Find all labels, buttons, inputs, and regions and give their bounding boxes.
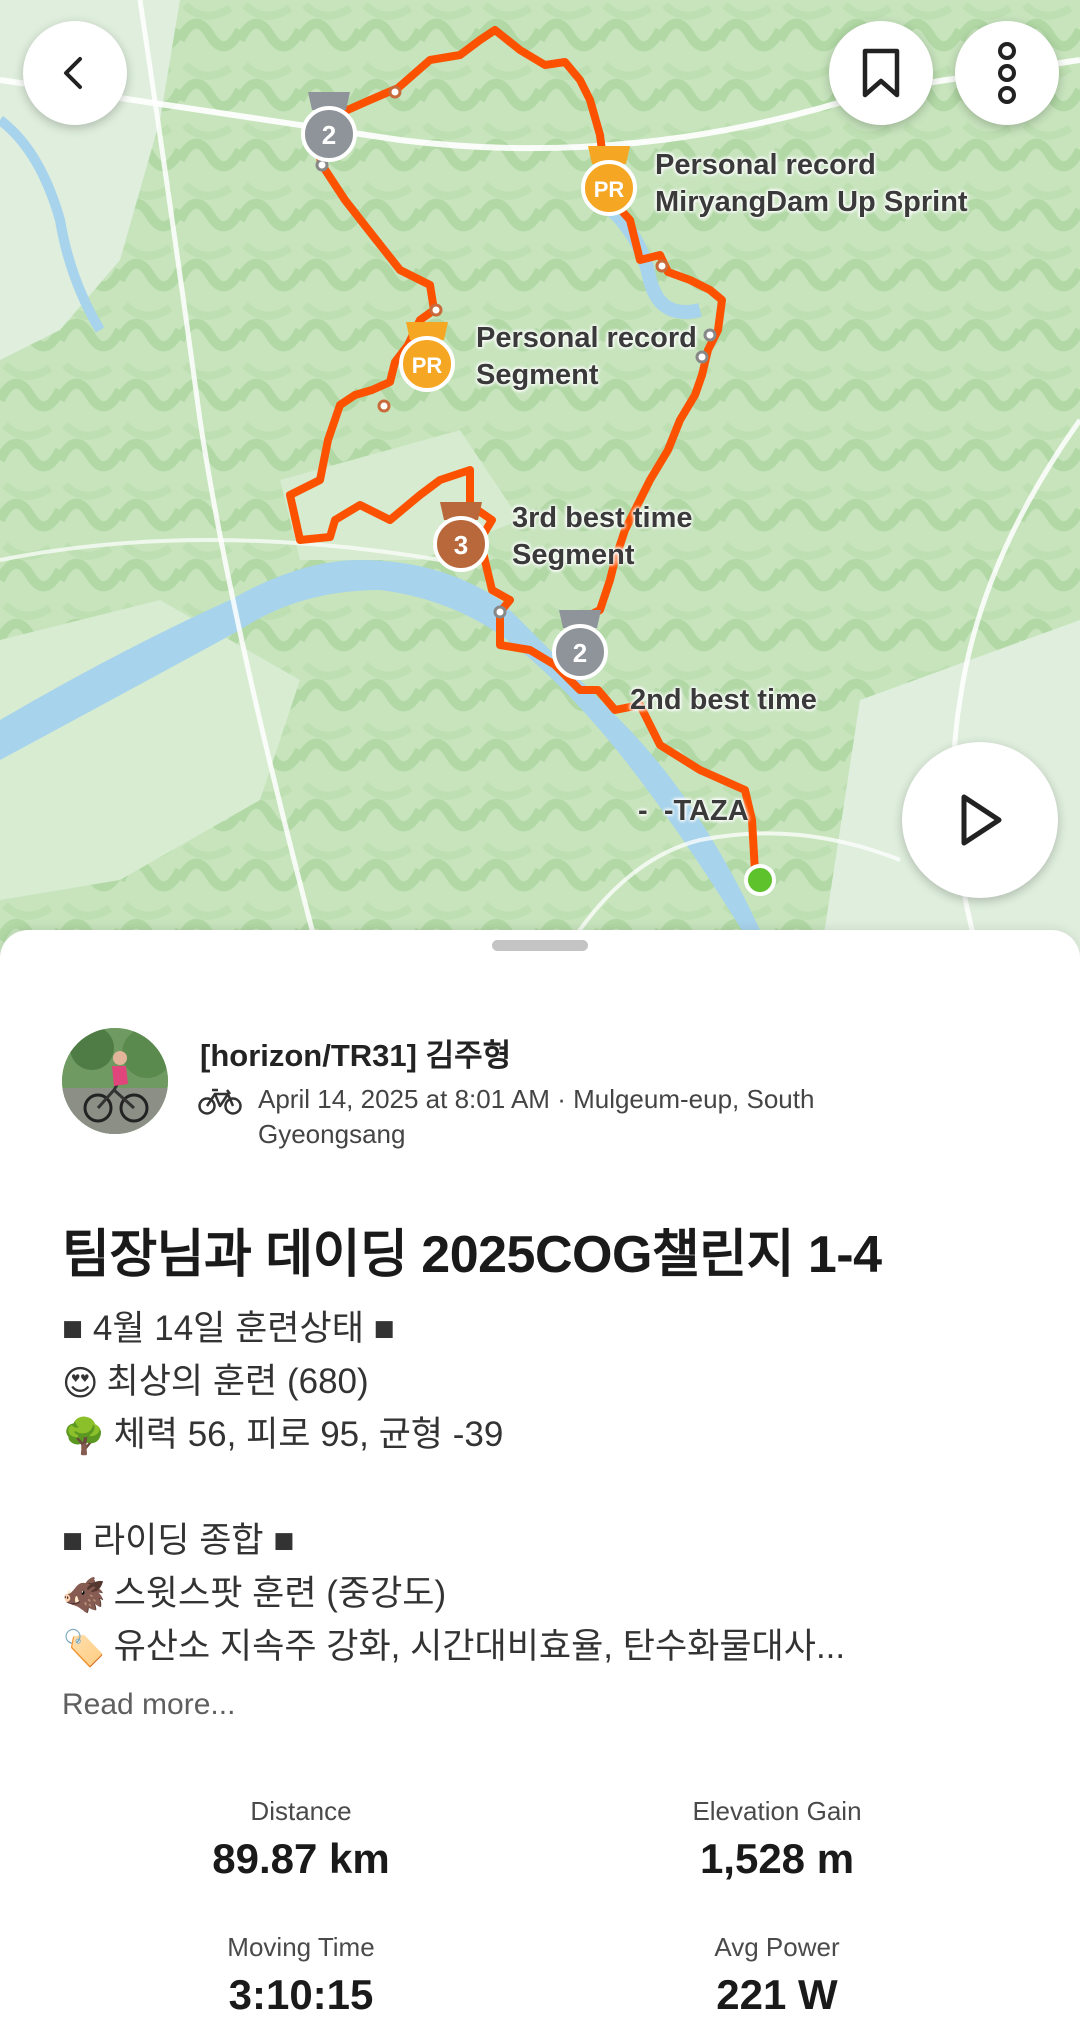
marker-subtitle: Segment — [512, 539, 635, 571]
description-line: 🌳 체력 56, 피로 95, 균형 -39 — [62, 1408, 1042, 1461]
read-more-link[interactable]: Read more... — [62, 1688, 235, 1722]
play-flyover-button[interactable] — [902, 742, 1058, 898]
bronze-medal-icon[interactable]: 3 — [428, 502, 494, 574]
bookmark-button[interactable] — [829, 21, 933, 125]
description-text: 최상의 훈련 (680) — [106, 1362, 369, 1401]
athlete-name[interactable]: [horizon/TR31] 김주형 — [200, 1030, 511, 1075]
badge-rank-text: 2 — [573, 638, 587, 668]
stat-value: 89.87 km — [212, 1835, 390, 1882]
stat-distance: Distance 89.87 km — [91, 1796, 511, 1883]
stat-elevation-gain: Elevation Gain 1,528 m — [567, 1796, 987, 1883]
description-line: ■ 4월 14일 훈련상태 ■ — [62, 1302, 1042, 1355]
emoji-icon: 🐗 — [62, 1576, 106, 1616]
bookmark-icon — [862, 48, 900, 98]
description-text: 유산소 지속주 강화, 시간대비효율, 탄수화물대사... — [113, 1627, 846, 1666]
marker-title: Personal record — [476, 322, 697, 354]
stat-avg-power: Avg Power 221 W — [567, 1932, 987, 2019]
badge-rank-text: 3 — [454, 530, 468, 560]
activity-description: ■ 4월 14일 훈련상태 ■ 😍 최상의 훈련 (680) 🌳 체력 56, 피로 9… — [62, 1302, 1042, 1673]
activity-meta: April 14, 2025 at 8:01 AM · Mulgeum-eup,… — [258, 1084, 815, 1149]
description-line: 😍 최상의 훈련 (680) — [62, 1355, 1042, 1408]
back-button[interactable] — [23, 21, 127, 125]
bike-icon — [198, 1088, 242, 1115]
stat-value: 3:10:15 — [228, 1971, 374, 2018]
badge-pr-text: PR — [594, 177, 625, 202]
chevron-left-icon — [64, 57, 82, 89]
avatar-cyclist-image — [62, 1028, 168, 1134]
stat-value: 1,528 m — [699, 1835, 855, 1882]
stat-moving-time: Moving Time 3:10:15 — [91, 1932, 511, 2019]
marker-subtitle: - -TAZA — [630, 795, 749, 827]
stat-label: Moving Time — [227, 1932, 375, 1962]
silver-medal-icon[interactable]: 2 — [296, 92, 362, 164]
marker-title: Personal record — [655, 149, 876, 181]
marker-label-pr-miryang: Personal record MiryangDam Up Sprint — [655, 147, 968, 221]
description-line — [62, 1461, 1042, 1514]
more-vertical-icon — [998, 42, 1016, 104]
drag-handle[interactable] — [492, 940, 588, 951]
emoji-icon: 🏷️ — [62, 1629, 106, 1669]
description-line: 🏷️ 유산소 지속주 강화, 시간대비효율, 탄수화물대사... — [62, 1620, 1042, 1673]
description-text: 체력 56, 피로 95, 균형 -39 — [113, 1415, 504, 1454]
marker-title: 3rd best time — [512, 502, 693, 534]
silver-medal-icon[interactable]: 2 — [547, 610, 613, 682]
emoji-icon: 😍 — [62, 1364, 99, 1404]
pr-medal-icon[interactable]: PR — [394, 322, 460, 394]
stat-label: Elevation Gain — [692, 1796, 862, 1826]
stat-label: Distance — [250, 1796, 352, 1826]
activity-title: 팀장님과 데이딩 2025COG챌린지 1-4 — [62, 1226, 882, 1284]
stat-value: 221 W — [716, 1971, 838, 2018]
emoji-icon: 🌳 — [62, 1417, 106, 1457]
badge-pr-text: PR — [412, 353, 443, 378]
description-text: 스윗스팟 훈련 (중강도) — [113, 1574, 447, 1613]
activity-sheet: [horizon/TR31] 김주형 April 14, 2025 at 8:0… — [0, 930, 1080, 2042]
marker-title: 2nd best time — [630, 684, 817, 716]
stat-label: Avg Power — [714, 1932, 840, 1962]
description-line: ■ 라이딩 종합 ■ — [62, 1514, 1042, 1567]
badge-rank-text: 2 — [322, 120, 336, 150]
description-text: ■ 4월 14일 훈련상태 ■ — [62, 1309, 395, 1348]
marker-subtitle: Segment — [476, 359, 599, 391]
description-line: 🐗 스윗스팟 훈련 (중강도) — [62, 1567, 1042, 1620]
route-map[interactable]: 2 PR PR 3 2 Personal record MiryangDam U… — [0, 0, 1080, 960]
marker-label-2nd-taza: 2nd best time - -TAZA — [630, 608, 817, 904]
more-options-button[interactable] — [955, 21, 1059, 125]
marker-label-3rd-segment: 3rd best time Segment — [512, 500, 693, 574]
description-text: ■ 라이딩 종합 ■ — [62, 1521, 295, 1560]
play-icon — [961, 794, 1002, 846]
pr-medal-icon[interactable]: PR — [576, 146, 642, 218]
marker-subtitle: MiryangDam Up Sprint — [655, 186, 968, 218]
avatar[interactable] — [62, 1028, 168, 1134]
marker-label-pr-segment: Personal record Segment — [476, 320, 697, 394]
